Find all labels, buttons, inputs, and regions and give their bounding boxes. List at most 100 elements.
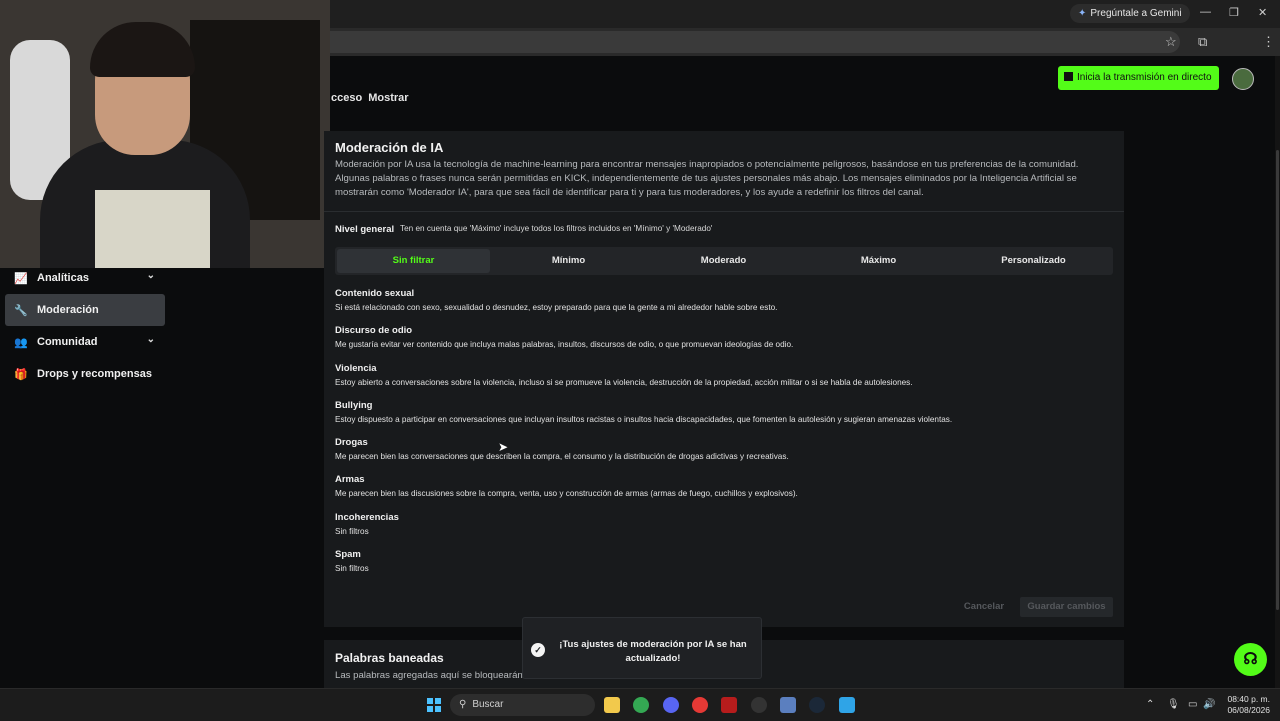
steam-icon[interactable] [809, 697, 825, 713]
filter-title: Incoherencias [335, 511, 399, 523]
clock-date: 06/08/2026 [1227, 705, 1270, 715]
filter-list: Contenido sexual Si está relacionado con … [335, 287, 1115, 585]
tab-show[interactable]: Mostrar [368, 92, 408, 104]
filter-item-hate: Discurso de odio Me gustaría evitar ver c… [335, 324, 1115, 361]
kebab-icon[interactable]: ⋮ [1262, 34, 1275, 50]
app-icon[interactable] [839, 697, 855, 713]
sidebar-item-moderation[interactable]: 🔧 Moderación [5, 294, 165, 326]
toast-message: ¡Tus ajustes de moderación por IA se han… [559, 639, 747, 664]
support-chat-button[interactable]: ☊ [1234, 643, 1267, 676]
filter-description: Estoy abierto a conversaciones sobre la … [335, 377, 913, 387]
chrome-icon[interactable] [633, 697, 649, 713]
windows-start-icon[interactable] [427, 698, 441, 712]
level-option-maximum[interactable]: Máximo [802, 249, 955, 273]
taskbar-clock[interactable]: 08:40 p. m. 06/08/2026 [1226, 694, 1270, 716]
filter-description: Si está relacionado con sexo, sexualidad… [335, 303, 778, 312]
filter-description: Me parecen bien las conversaciones que d… [335, 452, 789, 462]
search-icon: ⚲ [459, 699, 467, 710]
filter-item-incoherence: Incoherencias Sin filtros [335, 511, 1115, 548]
clock-time: 08:40 p. m. [1227, 694, 1270, 704]
discord-icon[interactable] [663, 697, 679, 713]
cancel-button[interactable]: Cancelar [954, 597, 1014, 617]
section-title: Moderación de IA [335, 140, 444, 155]
success-toast: ✓ ¡Tus ajustes de moderación por IA se h… [522, 617, 762, 679]
gemini-button[interactable]: ✦ Pregúntale a Gemini [1070, 4, 1190, 23]
gift-icon: 🎁 [14, 368, 28, 381]
sidebar-item-label: Comunidad [37, 336, 98, 348]
go-live-label: Inicia la transmisión en directo [1077, 72, 1212, 83]
stream-tool-icon[interactable] [721, 697, 737, 713]
filter-title: Discurso de odio [335, 325, 413, 337]
filter-description: Sin filtros [335, 564, 369, 574]
level-option-moderate[interactable]: Moderado [647, 249, 800, 273]
filter-title: Spam [335, 549, 361, 561]
filter-description: Sin filtros [335, 526, 369, 536]
media-player-icon[interactable] [692, 697, 708, 713]
scrollbar-thumb[interactable] [1276, 150, 1279, 610]
sidebar-item-drops[interactable]: 🎁 Drops y recompensas [5, 358, 165, 390]
kick-logo-icon [1064, 72, 1073, 81]
go-live-button[interactable]: Inicia la transmisión en directo [1058, 66, 1219, 90]
restore-icon[interactable]: ❐ [1229, 6, 1239, 19]
filter-description: Me parecen bien las discusiones sobre la… [335, 489, 798, 499]
close-icon[interactable]: ✕ [1258, 6, 1267, 19]
star-icon[interactable]: ☆ [1165, 34, 1177, 50]
sidebar: 📈 Analíticas ⌄ 🔧 Moderación 👥 Comunidad … [0, 262, 170, 390]
sidebar-item-label: Analíticas [37, 272, 89, 284]
section-title: Palabras baneadas [335, 651, 444, 665]
divider [324, 211, 1124, 212]
app-icon[interactable] [780, 697, 796, 713]
filter-description: Estoy dispuesto a participar en conversa… [335, 414, 953, 424]
volume-icon[interactable]: 🔊 [1203, 699, 1215, 710]
taskbar-search[interactable]: ⚲ Buscar [450, 694, 595, 716]
mouse-cursor-icon: ➤ [498, 440, 509, 454]
filter-item-drugs: Drogas Me parecen bien las conversaciones… [335, 436, 1115, 473]
file-explorer-icon[interactable] [604, 697, 620, 713]
chart-icon: 📈 [14, 272, 28, 285]
filter-item-violence: Violencia Estoy abierto a conversaciones … [335, 362, 1115, 399]
webcam-overlay [0, 0, 330, 268]
level-option-unfiltered[interactable]: Sin filtrar [337, 249, 490, 273]
filter-item-sexual: Contenido sexual Si está relacionado con … [335, 287, 1115, 324]
chevron-down-icon[interactable]: ⌄ [147, 270, 155, 281]
taskbar: ⚲ Buscar ⌃ 🎙 ▭ 🔊 08:40 p. m. 06/08/2026 [0, 688, 1280, 721]
address-bar[interactable] [330, 31, 1180, 53]
filter-title: Armas [335, 474, 365, 486]
user-avatar[interactable] [1232, 68, 1254, 90]
sparkle-icon: ✦ [1078, 8, 1087, 19]
sidebar-item-label: Moderación [37, 304, 99, 316]
filter-title: Bullying [335, 399, 373, 411]
filter-title: Violencia [335, 362, 377, 374]
level-option-custom[interactable]: Personalizado [957, 249, 1110, 273]
sidebar-item-label: Drops y recompensas [37, 368, 152, 380]
section-description: Moderación por IA usa la tecnología de m… [335, 159, 1079, 198]
microphone-icon[interactable]: 🎙 [1167, 699, 1180, 710]
level-label: Nivel general [335, 224, 395, 235]
ai-moderation-card: Moderación de IA Moderación por IA usa l… [324, 131, 1124, 627]
filter-item-weapons: Armas Me parecen bien las discusiones sob… [335, 473, 1115, 510]
filter-description: Me gustaría evitar ver contenido que inc… [335, 340, 794, 350]
chevron-up-icon[interactable]: ⌃ [1146, 699, 1154, 710]
sidebar-item-community[interactable]: 👥 Comunidad ⌄ [5, 326, 165, 358]
puzzle-icon[interactable]: ⧉ [1198, 34, 1207, 50]
network-icon[interactable]: ▭ [1188, 699, 1197, 710]
chevron-down-icon[interactable]: ⌄ [147, 334, 155, 345]
webcam-shirt-print [95, 190, 210, 268]
headset-icon: ☊ [1243, 651, 1258, 668]
save-button[interactable]: Guardar cambios [1020, 597, 1113, 617]
obs-icon[interactable] [751, 697, 767, 713]
level-option-minimum[interactable]: Mínimo [492, 249, 645, 273]
search-placeholder: Buscar [472, 699, 504, 710]
level-selector: Sin filtrar Mínimo Moderado Máximo Perso… [335, 247, 1113, 275]
minimize-icon[interactable]: — [1200, 6, 1211, 18]
filter-item-bullying: Bullying Estoy dispuesto a participar en … [335, 399, 1115, 436]
level-note: Ten en cuenta que 'Máximo' incluye todos… [400, 224, 713, 233]
filter-item-spam: Spam Sin filtros [335, 548, 1115, 585]
settings-tabs: cceso Mostrar [331, 92, 415, 104]
people-icon: 👥 [14, 336, 28, 349]
wrench-icon: 🔧 [14, 304, 28, 317]
tab-access[interactable]: cceso [331, 92, 362, 104]
filter-title: Drogas [335, 437, 368, 449]
gemini-label: Pregúntale a Gemini [1090, 8, 1182, 19]
filter-title: Contenido sexual [335, 288, 415, 299]
